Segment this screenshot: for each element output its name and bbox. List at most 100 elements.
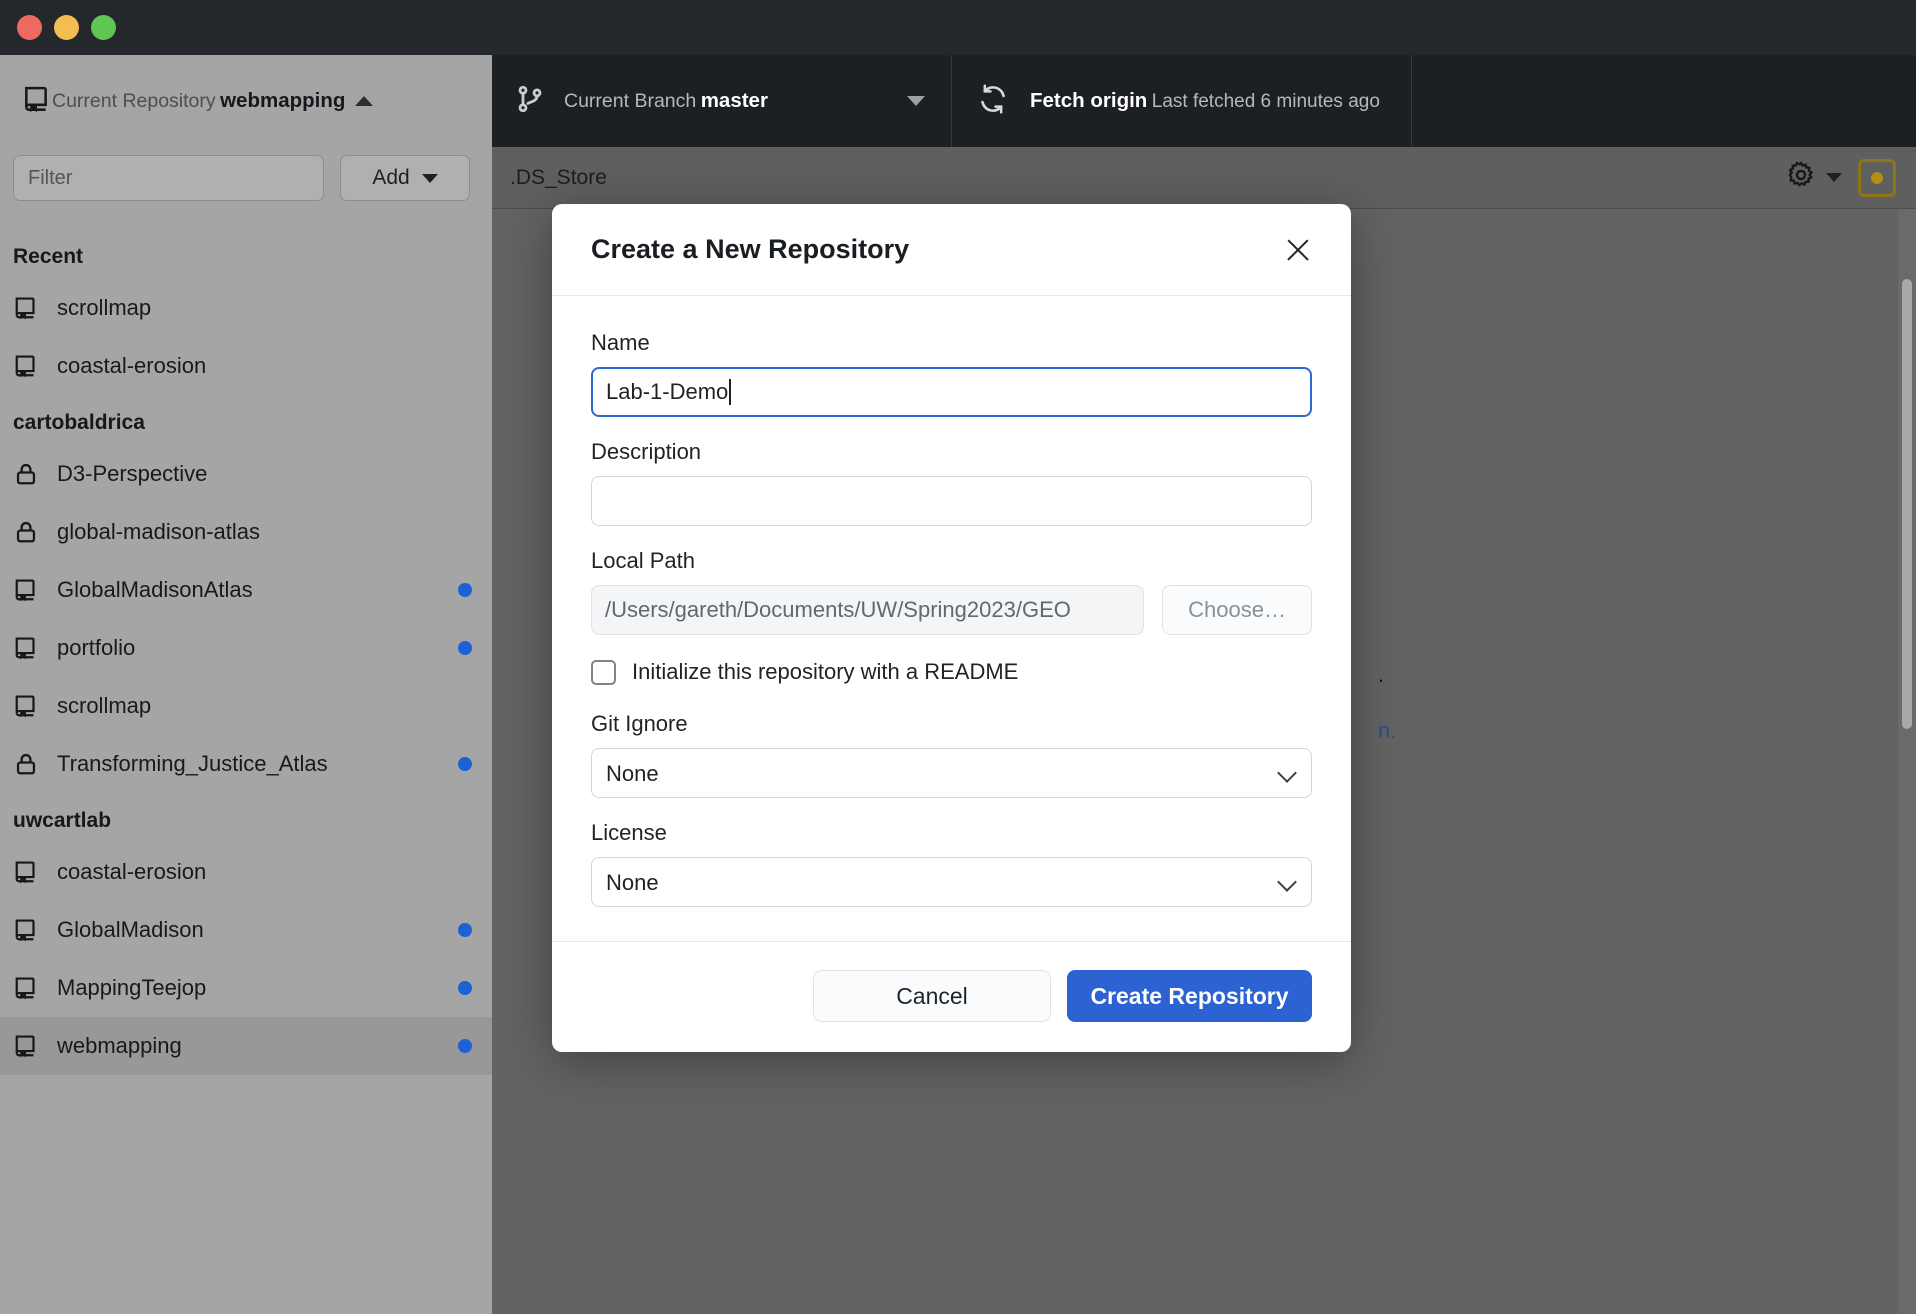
choose-path-button[interactable]: Choose… bbox=[1162, 585, 1312, 635]
sidebar-item-label: GlobalMadison bbox=[57, 917, 204, 942]
current-branch-value: master bbox=[700, 89, 768, 113]
sidebar-item-label: coastal-erosion bbox=[57, 353, 207, 378]
license-select[interactable]: None bbox=[591, 857, 1312, 907]
cancel-button[interactable]: Cancel bbox=[813, 970, 1051, 1022]
gitignore-label: Git Ignore bbox=[591, 711, 688, 736]
lock-icon bbox=[13, 519, 39, 545]
repository-sidebar: Current Repository webmapping Add Recent… bbox=[0, 55, 492, 1314]
sidebar-item-scrollmap[interactable]: scrollmap bbox=[0, 677, 492, 735]
create-repository-button[interactable]: Create Repository bbox=[1067, 970, 1312, 1022]
lock-icon bbox=[13, 751, 39, 777]
repo-icon bbox=[13, 295, 39, 321]
sidebar-filter-row: Add bbox=[0, 147, 492, 219]
local-path-field-group: Local Path /Users/gareth/Documents/UW/Sp… bbox=[591, 548, 1312, 635]
sidebar-item-webmapping[interactable]: webmapping bbox=[0, 1017, 492, 1075]
minimize-window-button[interactable] bbox=[54, 15, 79, 40]
readme-checkbox-row[interactable]: Initialize this repository with a README bbox=[591, 659, 1312, 685]
sidebar-item-transforming_justice_atlas[interactable]: Transforming_Justice_Atlas bbox=[0, 735, 492, 793]
repo-icon bbox=[22, 84, 52, 119]
file-name-label: .DS_Store bbox=[510, 165, 607, 189]
name-input[interactable]: Lab-1-Demo bbox=[591, 367, 1312, 417]
current-branch-label: Current Branch bbox=[564, 90, 697, 113]
license-label: License bbox=[591, 820, 667, 845]
close-icon[interactable] bbox=[1281, 233, 1315, 267]
filter-input[interactable] bbox=[13, 155, 324, 201]
content-scrollbar[interactable] bbox=[1898, 209, 1916, 1314]
current-repository-value: webmapping bbox=[220, 89, 346, 113]
repo-icon bbox=[13, 917, 39, 943]
sync-status-dot bbox=[458, 641, 472, 655]
create-repository-label: Create Repository bbox=[1090, 982, 1289, 1009]
background-text-line: . bbox=[1378, 662, 1385, 687]
sidebar-item-label: coastal-erosion bbox=[57, 859, 207, 884]
license-select-shell: None bbox=[591, 857, 1312, 907]
app-window: Current Branch master Fetch origin Last … bbox=[0, 0, 1916, 1314]
repo-group-header: cartobaldrica bbox=[13, 411, 145, 434]
sidebar-item-label: GlobalMadisonAtlas bbox=[57, 577, 253, 602]
repository-list[interactable]: Recent scrollmap coastal-erosion cartobaldr… bbox=[0, 219, 492, 1314]
sidebar-item-label: scrollmap bbox=[57, 693, 152, 718]
name-field-group: Name Lab-1-Demo bbox=[591, 330, 1312, 417]
caret-up-icon bbox=[355, 96, 374, 106]
repo-group-header: Recent bbox=[13, 245, 84, 268]
add-repository-button[interactable]: Add bbox=[340, 155, 470, 201]
fetch-origin-button[interactable]: Fetch origin Last fetched 6 minutes ago bbox=[952, 55, 1412, 147]
chevron-down-icon bbox=[1826, 173, 1842, 182]
create-repository-dialog: Create a New Repository Name Lab-1-Demo … bbox=[552, 204, 1351, 1052]
sync-status-dot bbox=[458, 923, 472, 937]
sidebar-item-globalmadison[interactable]: GlobalMadison bbox=[0, 901, 492, 959]
local-path-value: /Users/gareth/Documents/UW/Spring2023/GE… bbox=[605, 597, 1071, 622]
sidebar-item-label: Transforming_Justice_Atlas bbox=[57, 751, 328, 776]
branch-icon bbox=[516, 83, 544, 120]
local-path-row: /Users/gareth/Documents/UW/Spring2023/GE… bbox=[591, 585, 1312, 635]
current-branch-button[interactable]: Current Branch master bbox=[492, 55, 952, 147]
sidebar-item-label: webmapping bbox=[57, 1033, 182, 1058]
current-repository-button[interactable]: Current Repository webmapping bbox=[0, 55, 492, 147]
sidebar-item-portfolio[interactable]: portfolio bbox=[0, 619, 492, 677]
fetch-origin-title: Fetch origin bbox=[1030, 89, 1148, 113]
repo-icon bbox=[13, 1033, 39, 1059]
sidebar-item-label: scrollmap bbox=[57, 295, 152, 320]
repo-icon bbox=[13, 975, 39, 1001]
sidebar-item-global-madison-atlas[interactable]: global-madison-atlas bbox=[0, 503, 492, 561]
close-window-button[interactable] bbox=[17, 15, 42, 40]
sidebar-item-mappingteejop[interactable]: MappingTeejop bbox=[0, 959, 492, 1017]
choose-path-label: Choose… bbox=[1188, 597, 1286, 622]
readme-label: Initialize this repository with a README bbox=[632, 659, 1019, 684]
fetch-origin-subtitle: Last fetched 6 minutes ago bbox=[1151, 91, 1380, 113]
maximize-window-button[interactable] bbox=[91, 15, 116, 40]
scrollbar-thumb[interactable] bbox=[1902, 279, 1912, 729]
sidebar-item-globalmadisonatlas[interactable]: GlobalMadisonAtlas bbox=[0, 561, 492, 619]
sidebar-item-scrollmap[interactable]: scrollmap bbox=[0, 279, 492, 337]
settings-dropdown-button[interactable] bbox=[1786, 160, 1842, 195]
add-button-label: Add bbox=[372, 166, 410, 189]
sidebar-item-coastal-erosion[interactable]: coastal-erosion bbox=[0, 337, 492, 395]
sidebar-item-coastal-erosion[interactable]: coastal-erosion bbox=[0, 843, 492, 901]
sync-status-dot bbox=[458, 1039, 472, 1053]
gitignore-select[interactable]: None bbox=[591, 748, 1312, 798]
dialog-body: Name Lab-1-Demo Description Local Path /… bbox=[552, 296, 1351, 941]
sync-status-dot bbox=[458, 757, 472, 771]
traffic-lights bbox=[17, 15, 116, 40]
sidebar-item-label: global-madison-atlas bbox=[57, 519, 260, 544]
repo-icon bbox=[13, 635, 39, 661]
repo-icon bbox=[13, 859, 39, 885]
cancel-button-label: Cancel bbox=[896, 982, 968, 1009]
sidebar-item-label: portfolio bbox=[57, 635, 136, 660]
dialog-header: Create a New Repository bbox=[552, 204, 1351, 296]
description-label: Description bbox=[591, 439, 702, 464]
gear-icon bbox=[1786, 160, 1816, 195]
local-path-label: Local Path bbox=[591, 548, 695, 573]
sidebar-item-label: D3-Perspective bbox=[57, 461, 208, 486]
sync-icon bbox=[976, 82, 1010, 121]
toolbar-filler bbox=[1412, 55, 1916, 147]
sidebar-item-d3-perspective[interactable]: D3-Perspective bbox=[0, 445, 492, 503]
local-path-input[interactable]: /Users/gareth/Documents/UW/Spring2023/GE… bbox=[591, 585, 1145, 635]
name-input-value: Lab-1-Demo bbox=[606, 379, 729, 404]
dot-square-icon[interactable] bbox=[1858, 158, 1896, 197]
content-actions bbox=[1786, 158, 1896, 197]
description-input[interactable] bbox=[591, 476, 1312, 526]
readme-checkbox[interactable] bbox=[591, 659, 616, 685]
license-field-group: License None bbox=[591, 820, 1312, 907]
chevron-down-icon bbox=[907, 96, 925, 106]
